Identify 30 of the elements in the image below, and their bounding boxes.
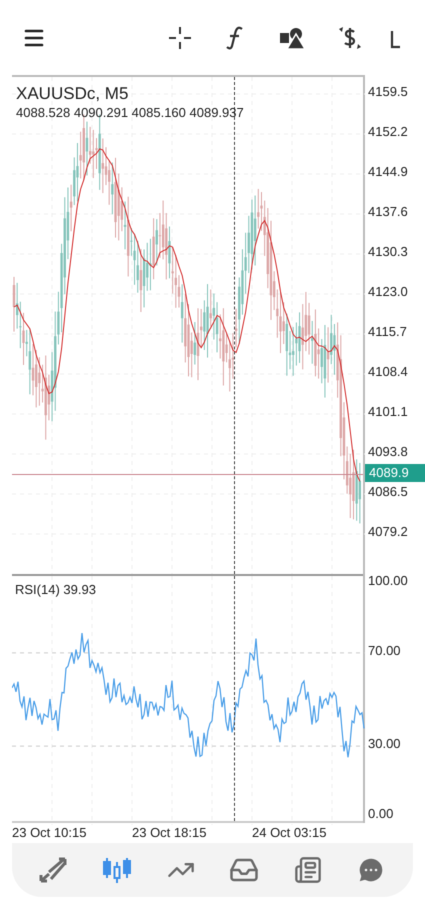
price-axis-label: 4086.5 xyxy=(368,484,408,500)
diagonal-arrows-icon xyxy=(38,857,69,883)
newspaper-icon xyxy=(294,856,322,884)
rsi-axis-label: 70.00 xyxy=(368,642,401,659)
crosshair-icon[interactable] xyxy=(168,26,192,50)
function-icon[interactable] xyxy=(226,26,244,50)
price-axis-label: 4152.2 xyxy=(368,124,408,140)
time-axis-label: 23 Oct 10:15 xyxy=(12,824,88,842)
currency-exchange-icon[interactable] xyxy=(337,24,363,50)
rsi-axis-label: 100.00 xyxy=(368,573,408,589)
price-axis-label: 4130.3 xyxy=(368,244,408,260)
price-axis-label: 4115.7 xyxy=(368,324,407,340)
price-axis-label: 4101.1 xyxy=(368,404,408,420)
candlesticks-icon xyxy=(102,856,132,884)
price-axis-label: 4144.9 xyxy=(368,164,408,180)
rsi-axis-label: 0.00 xyxy=(368,806,394,822)
time-axis-label: 24 Oct 03:15 xyxy=(252,824,328,842)
time-axis-label: 23 Oct 18:15 xyxy=(132,824,208,842)
rsi-axis-label: 30.00 xyxy=(368,736,401,752)
price-axis-label: 4159.5 xyxy=(368,84,408,100)
current-price-label: 4089.9 xyxy=(365,464,425,482)
rsi-title: RSI(14) 39.93 xyxy=(15,581,96,599)
price-axis-label: 4123.0 xyxy=(368,284,408,300)
price-axis-label: 4137.6 xyxy=(368,204,408,220)
shapes-icon[interactable] xyxy=(280,26,306,48)
price-axis-label: 4108.4 xyxy=(368,364,408,380)
symbol-title: XAUUSDc, M5 xyxy=(16,83,130,105)
price-axis-label: 4079.2 xyxy=(368,524,408,540)
price-axis-label: 4093.8 xyxy=(368,444,408,460)
ohlc-values: 4088.528 4090.291 4085.160 4089.937 xyxy=(16,105,244,121)
